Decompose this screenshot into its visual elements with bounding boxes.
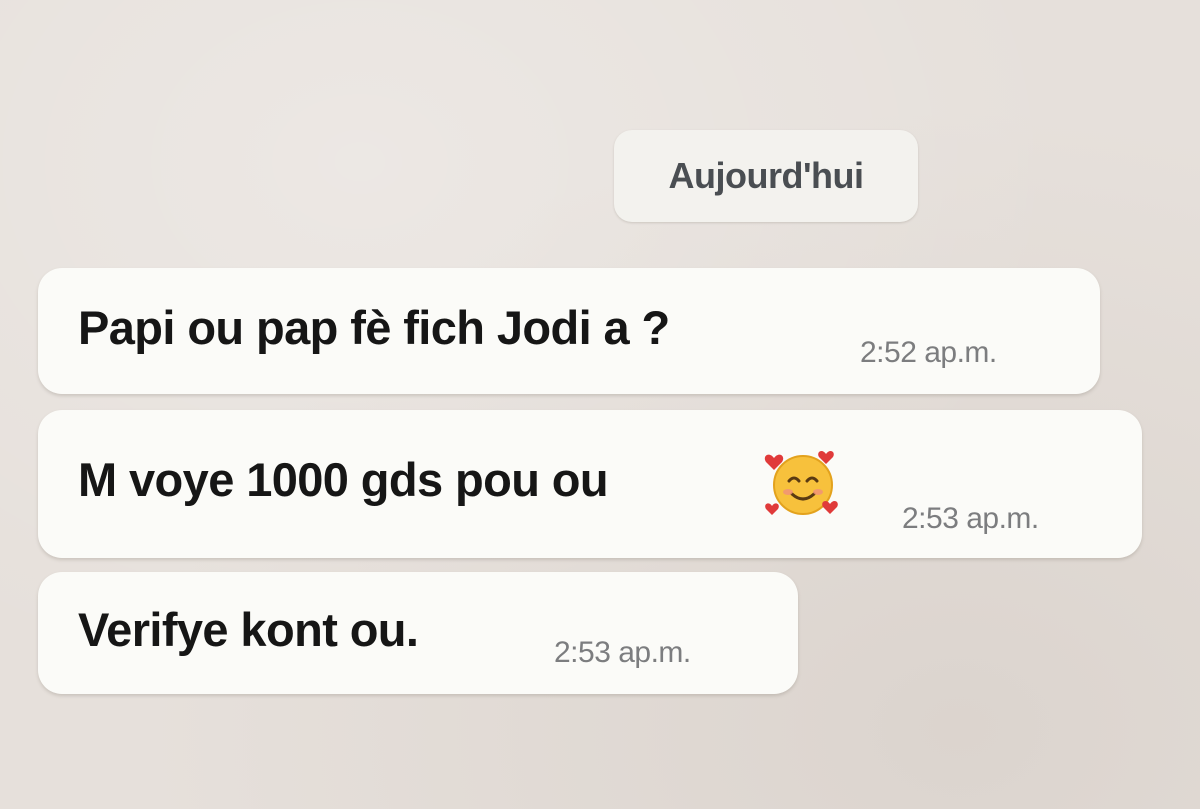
message-bubble[interactable]: Papi ou pap fè fich Jodi a ? 2:52 ap.m.: [38, 268, 1100, 394]
message-timestamp: 2:52 ap.m.: [860, 336, 997, 369]
date-divider-label: Aujourd'hui: [668, 155, 864, 196]
message-timestamp: 2:53 ap.m.: [554, 636, 691, 669]
message-bubble[interactable]: Verifye kont ou. 2:53 ap.m.: [38, 572, 798, 694]
date-divider: Aujourd'hui: [614, 130, 918, 222]
message-text: Papi ou pap fè fich Jodi a ?: [78, 301, 670, 354]
message-bubble[interactable]: M voye 1000 gds pou ou 2:53 ap.m.: [38, 410, 1142, 558]
smiling-face-with-hearts-icon: [764, 450, 838, 515]
message-text: M voye 1000 gds pou ou: [78, 453, 609, 506]
message-timestamp: 2:53 ap.m.: [902, 502, 1039, 535]
chat-area: Aujourd'hui Papi ou pap fè fich Jodi a ?…: [0, 0, 1200, 809]
message-text: Verifye kont ou.: [78, 603, 419, 656]
